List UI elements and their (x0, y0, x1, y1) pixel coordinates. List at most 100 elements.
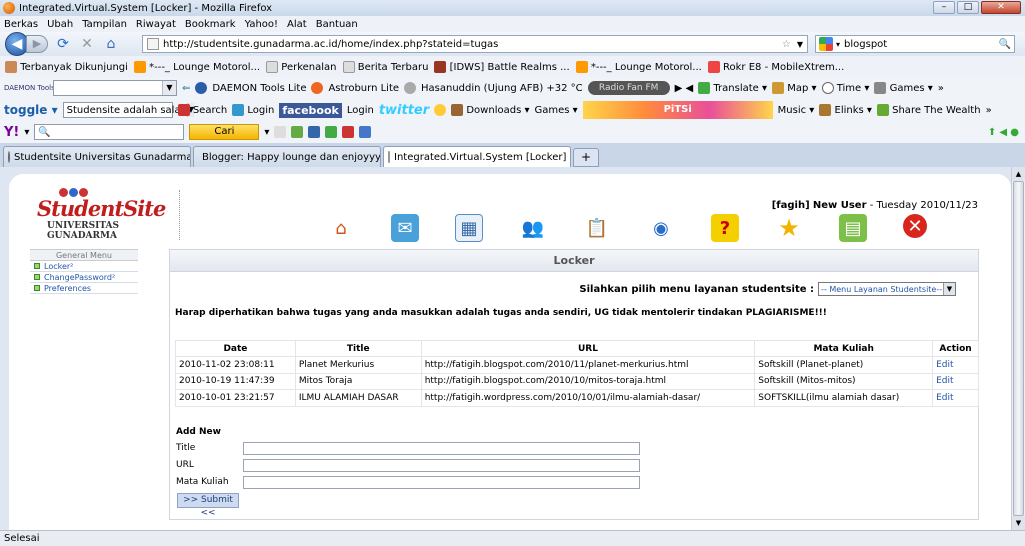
daemon-tools-lite[interactable]: DAEMON Tools Lite (212, 83, 306, 94)
calendar-icon[interactable]: ▦ (455, 214, 483, 242)
gamepad-icon (874, 82, 887, 94)
bookmark-rokr[interactable]: Rokr E8 - MobileXtrem... (707, 60, 844, 73)
weather-text[interactable]: Hasanuddin (Ujung AFB) +32 °C (421, 83, 583, 94)
astroburn-lite[interactable]: Astroburn Lite (328, 83, 399, 94)
tab-studentsite[interactable]: Studentsite Universitas Gunadarma ... ✕ (3, 146, 191, 167)
toolbar-overflow-icon[interactable]: » (986, 105, 992, 116)
radio-controls[interactable]: ▶ ◀ (675, 83, 694, 94)
menu-ubah[interactable]: Ubah (47, 19, 73, 30)
pitsi-banner[interactable]: PiTSi (582, 101, 773, 119)
edit-link[interactable]: Edit (932, 389, 979, 407)
cari-button[interactable]: Cari (189, 124, 260, 140)
share-wealth-button[interactable]: Share The Wealth (876, 104, 981, 116)
bookmark-lounge-1[interactable]: *---_ Lounge Motorol... (133, 60, 260, 73)
menu-bookmark[interactable]: Bookmark (185, 19, 236, 30)
bookmark-idws[interactable]: [IDWS] Battle Realms ... (434, 60, 570, 73)
edit-link[interactable]: Edit (932, 356, 979, 374)
column-header: Mata Kuliah (754, 340, 934, 357)
toggle-logo[interactable]: toggle ▾ (4, 103, 58, 117)
login-button-1[interactable]: Login (232, 104, 274, 116)
scroll-thumb[interactable] (1013, 181, 1024, 516)
chart-icon[interactable]: ▤ (839, 214, 867, 242)
reload-icon[interactable]: ⟳ (54, 35, 72, 53)
envelope-icon[interactable] (308, 126, 321, 138)
matkul-input[interactable] (243, 476, 640, 489)
bookmark-berita[interactable]: Berita Terbaru (342, 60, 428, 73)
minimize-button[interactable]: – (933, 1, 955, 14)
service-select-row: Silahkan pilih menu layanan studentsite … (579, 282, 956, 296)
search-icon[interactable]: 🔍 (999, 39, 1011, 50)
daemon-combo[interactable]: ▼ (53, 80, 177, 96)
stop-icon[interactable]: ✕ (78, 35, 96, 53)
home-icon[interactable]: ⌂ (327, 214, 355, 242)
help-icon[interactable]: ? (711, 214, 739, 242)
new-tab-button[interactable]: + (573, 148, 599, 167)
users-icon[interactable]: 👥 (519, 214, 547, 242)
toolbar-overflow-icon[interactable]: » (938, 83, 944, 94)
mail-icon[interactable]: ✉ (391, 214, 419, 242)
v-icon[interactable] (434, 104, 447, 116)
radio-player[interactable]: Radio Fan FM (587, 81, 670, 95)
toggle-search-combo[interactable]: Studensite adalah salah ▼ (62, 102, 195, 118)
bookmark-lounge-2[interactable]: *---_ Lounge Motorol... (575, 60, 702, 73)
scroll-down-icon[interactable]: ▼ (1012, 516, 1025, 530)
menu-yahoo[interactable]: Yahoo! (245, 19, 278, 30)
menu-riwayat[interactable]: Riwayat (136, 19, 176, 30)
close-icon[interactable]: ✕ (570, 152, 571, 163)
sidebar-item-changepassword[interactable]: ChangePassword² (30, 272, 138, 283)
sidebar-item-locker[interactable]: Locker² (30, 261, 138, 272)
bookmark-most-visited[interactable]: Terbanyak Dikunjungi (5, 60, 128, 73)
url-input[interactable] (243, 459, 640, 472)
chevron-down-icon[interactable]: ▾ (264, 127, 269, 138)
twitter-button[interactable]: twitter (379, 103, 429, 118)
login-button-2[interactable]: Login (347, 105, 374, 116)
map-button[interactable]: Map ▾ (772, 82, 817, 94)
bookmark-perkenalan[interactable]: Perkenalan (266, 60, 337, 73)
page-scrollbar[interactable]: ▲ ▼ (1011, 167, 1025, 530)
games-button[interactable]: Games ▾ (874, 82, 933, 94)
flag-icon[interactable] (291, 126, 304, 138)
search-engine-dropdown-icon[interactable]: ▾ (836, 40, 840, 49)
url-bar[interactable]: http://studentsite.gunadarma.ac.id/home/… (142, 35, 808, 53)
maximize-button[interactable]: □ (957, 1, 979, 14)
bookmark-star-icon[interactable]: ☆ (782, 39, 791, 50)
menu-bantuan[interactable]: Bantuan (316, 19, 358, 30)
title-input[interactable] (243, 442, 640, 455)
home-icon[interactable]: ⌂ (102, 35, 120, 53)
menu-tampilan[interactable]: Tampilan (82, 19, 127, 30)
yahoo-search-input[interactable]: 🔍 (34, 124, 185, 140)
daemon-arrow-icon[interactable]: ⇐ (182, 83, 190, 94)
logout-icon[interactable]: ✕ (903, 214, 927, 238)
yahoo-logo[interactable]: Y! (4, 125, 19, 140)
edit-link[interactable]: Edit (932, 372, 979, 390)
forward-button[interactable]: ▶ (26, 35, 48, 53)
sidebar-item-preferences[interactable]: Preferences (30, 283, 138, 294)
translate-button[interactable]: Translate ▾ (698, 82, 767, 94)
window-icon[interactable] (359, 126, 372, 138)
facebook-button[interactable]: facebook (279, 102, 342, 118)
elinks-button[interactable]: Elinks ▾ (819, 104, 872, 116)
service-select[interactable]: -- Menu Layanan Studentsite-- ▼ (818, 282, 956, 296)
menu-alat[interactable]: Alat (287, 19, 307, 30)
games-button-2[interactable]: Games ▾ (534, 105, 577, 116)
search-box[interactable]: ▾ blogspot 🔍 (815, 35, 1015, 53)
globe-icon[interactable]: ◉ (647, 214, 675, 242)
game-icon[interactable] (342, 126, 355, 138)
mail-icon[interactable] (274, 126, 287, 138)
time-button[interactable]: Time ▾ (821, 82, 869, 94)
tab-locker[interactable]: Integrated.Virtual.System [Locker] ✕ (383, 146, 571, 167)
submit-button[interactable]: >> Submit << (177, 493, 239, 518)
music-button[interactable]: Music ▾ (778, 105, 815, 116)
url-dropdown-icon[interactable]: ▼ (797, 40, 803, 49)
downloads-button[interactable]: Downloads ▾ (451, 104, 529, 116)
scroll-up-icon[interactable]: ▲ (1012, 167, 1025, 181)
plus-icon[interactable] (325, 126, 338, 138)
toolbar-nav-icons[interactable]: ⬆ ◀ ● (988, 127, 1019, 138)
clipboard-icon[interactable]: 📋 (583, 214, 611, 242)
menu-berkas[interactable]: Berkas (4, 19, 38, 30)
star-icon[interactable]: ★ (775, 214, 803, 242)
search-button[interactable]: Search (177, 104, 227, 116)
chevron-down-icon[interactable]: ▾ (24, 127, 29, 138)
tab-blogger[interactable]: Blogger: Happy lounge dan enjoyyyy... ✕ (193, 146, 381, 167)
close-window-button[interactable]: ✕ (981, 1, 1021, 14)
